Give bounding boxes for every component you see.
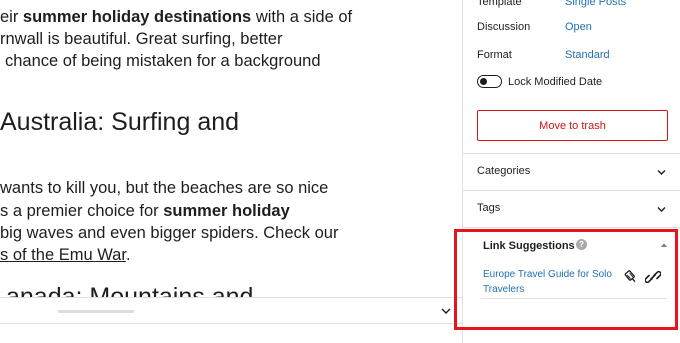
format-link[interactable]: Standard xyxy=(565,48,610,62)
panel-categories[interactable]: Categories xyxy=(477,162,667,182)
panel-title: Categories xyxy=(477,165,531,177)
chevron-down-icon xyxy=(657,207,666,212)
editor-status-bar xyxy=(0,323,462,343)
paragraph-line[interactable]: s of the Emu War. xyxy=(0,244,131,267)
settings-sidebar: Template Single Posts Discussion Open Fo… xyxy=(462,0,680,343)
panel-title: Tags xyxy=(477,202,501,214)
divider xyxy=(463,153,680,154)
paragraph-text: with a side of xyxy=(251,8,353,26)
template-link[interactable]: Single Posts xyxy=(565,0,626,9)
pin-icon[interactable] xyxy=(623,269,639,285)
divider xyxy=(481,298,667,299)
chevron-down-icon[interactable] xyxy=(440,305,452,317)
paragraph-line[interactable]: chance of being mistaken for a backgroun… xyxy=(5,50,321,73)
paragraph-line[interactable]: s a premier choice for summer holiday xyxy=(0,200,290,223)
paragraph-line[interactable]: wants to kill you, but the beaches are s… xyxy=(0,177,328,200)
paragraph-text: eir xyxy=(0,8,23,26)
move-to-trash-button[interactable]: Move to trash xyxy=(477,110,668,141)
help-icon[interactable]: ? xyxy=(576,239,587,250)
block-breadcrumb-bar xyxy=(0,297,462,323)
paragraph-text: . xyxy=(125,246,131,264)
link-icon[interactable] xyxy=(645,269,661,285)
divider xyxy=(463,190,680,191)
meta-label: Template xyxy=(477,0,522,8)
suggested-link-title[interactable]: Europe Travel Guide for Solo Travelers xyxy=(483,268,619,297)
resize-handle[interactable] xyxy=(58,310,134,313)
divider xyxy=(463,227,680,228)
paragraph-line[interactable]: eir summer holiday destinations with a s… xyxy=(0,6,352,29)
toggle-knob xyxy=(480,78,487,85)
link-suggestions-title: Link Suggestions xyxy=(483,240,575,252)
editor-canvas[interactable]: eir summer holiday destinations with a s… xyxy=(0,0,462,343)
bold-text: summer holiday destinations xyxy=(22,8,252,26)
discussion-link[interactable]: Open xyxy=(565,20,592,34)
paragraph-text: s a premier choice for xyxy=(0,202,164,220)
section-heading[interactable]: Australia: Surfing and xyxy=(0,107,239,137)
paragraph-line[interactable]: rnwall is beautiful. Great surfing, bett… xyxy=(0,28,282,51)
chevron-down-icon xyxy=(657,170,666,175)
panel-tags[interactable]: Tags xyxy=(477,199,667,219)
toggle-label: Lock Modified Date xyxy=(508,76,603,88)
meta-label: Format xyxy=(477,49,512,61)
lock-modified-date-toggle[interactable] xyxy=(477,75,502,88)
bold-text: summer holiday xyxy=(163,202,290,220)
caret-up-icon[interactable] xyxy=(659,240,669,250)
inline-link[interactable]: s of the Emu War xyxy=(0,246,126,264)
meta-label: Discussion xyxy=(477,21,531,33)
paragraph-line[interactable]: big waves and even bigger spiders. Check… xyxy=(0,222,338,245)
